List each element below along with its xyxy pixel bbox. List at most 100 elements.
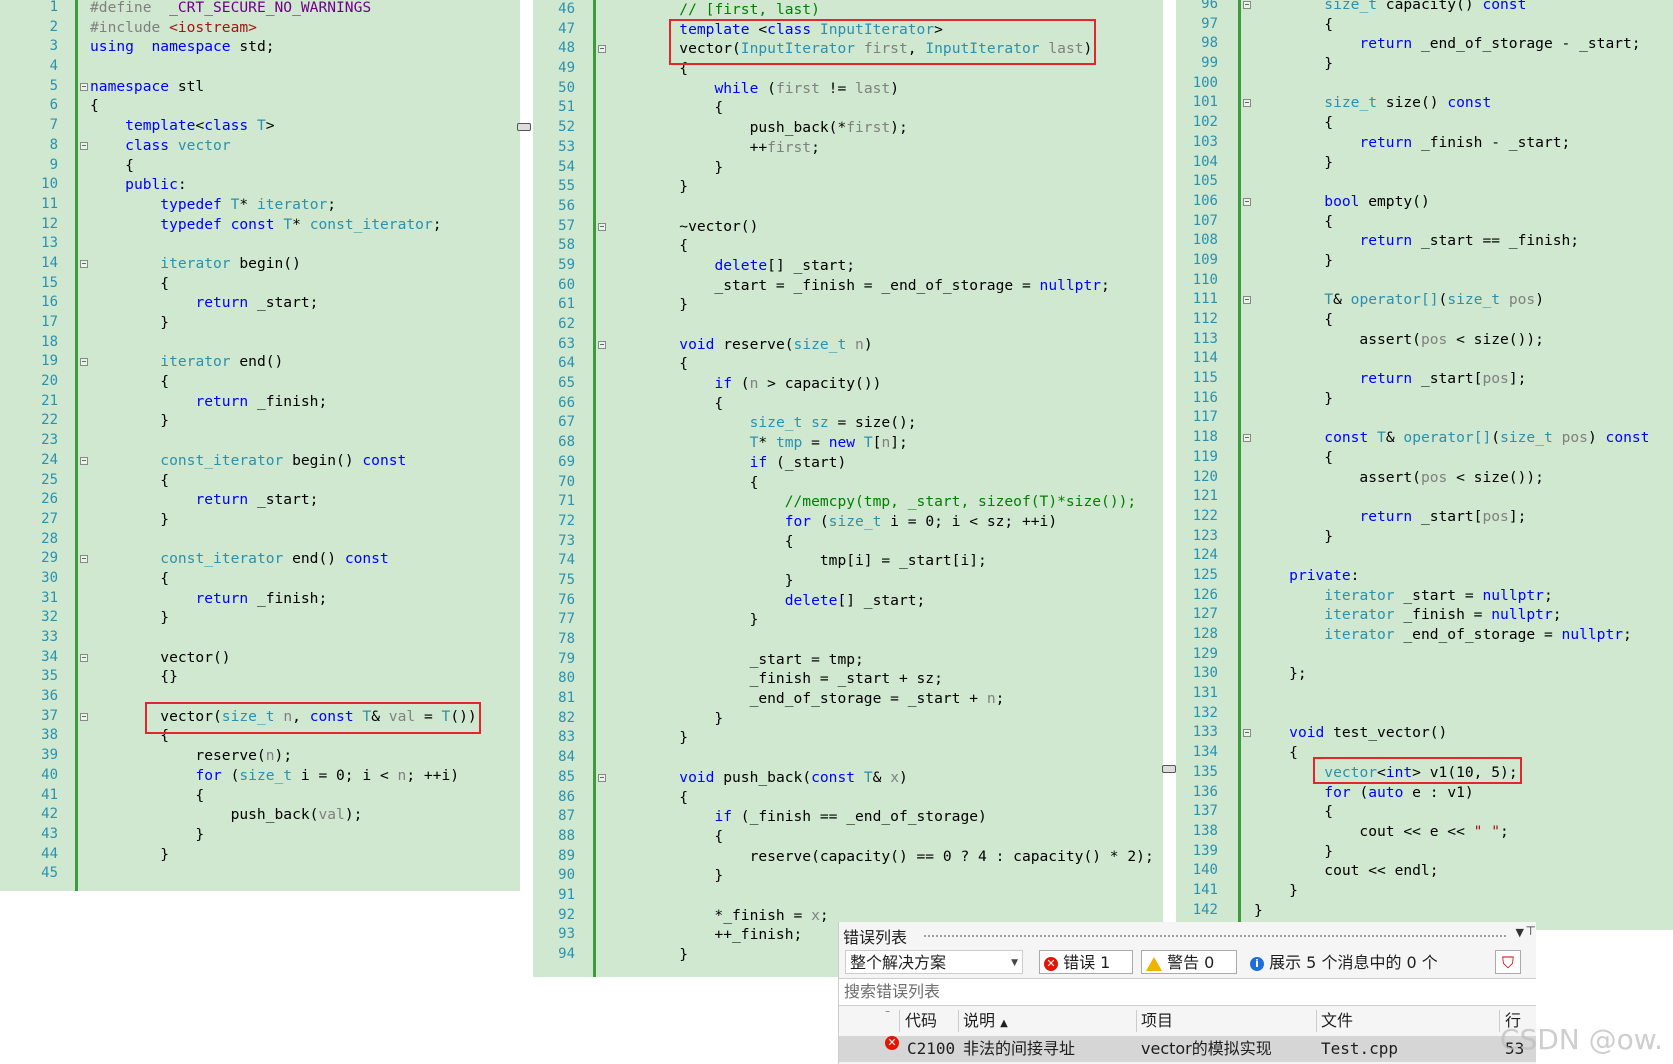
code-line: { [609,473,759,491]
line-number: 8 [49,136,58,153]
collapse-toggle-icon[interactable] [1242,192,1252,212]
collapse-toggle-icon[interactable] [79,648,89,668]
error-row[interactable]: ✕ C2100 非法的间接寻址 vector的模拟实现 Test.cpp 53 [839,1036,1536,1062]
code-line: } [1254,251,1334,269]
collapse-toggle-icon[interactable] [79,136,89,156]
collapse-toggle-icon[interactable] [1242,93,1252,113]
error-icon: ✕ [885,1036,899,1050]
line-number: 68 [558,434,575,451]
fold-slot [1242,546,1252,566]
line-number: 117 [1192,409,1218,426]
scroll-marker[interactable] [1162,765,1176,773]
line-number: 114 [1192,350,1218,367]
code-line: { [1254,114,1334,132]
collapse-toggle-icon[interactable] [597,39,607,59]
fold-slot [1242,408,1252,428]
errors-filter-button[interactable]: ✕ 错误 1 [1039,950,1133,974]
line-number: 110 [1192,271,1218,288]
code-line: iterator begin() [160,254,301,272]
messages-filter-button[interactable]: i 展示 5 个消息中的 0 个 [1245,950,1465,974]
line-number: 80 [558,670,575,687]
line-number: 118 [1192,429,1218,446]
fold-slot [79,18,89,38]
collapse-toggle-icon[interactable] [1242,428,1252,448]
code-line: { [609,788,689,806]
line-number: 111 [1192,291,1218,308]
column-code[interactable]: 代码 [905,1006,937,1036]
line-number: 70 [558,473,575,490]
column-project[interactable]: 项目 [1141,1006,1173,1036]
collapse-toggle-icon[interactable] [79,707,89,727]
line-number: 33 [41,629,58,645]
line-number: 108 [1192,232,1218,249]
code-line: } [609,158,724,176]
line-number: 19 [41,353,58,370]
collapse-toggle-icon[interactable] [597,335,607,355]
fold-slot [597,492,607,512]
collapse-toggle-icon[interactable] [1242,723,1252,743]
collapse-toggle-icon[interactable] [79,254,89,274]
line-number: 86 [558,788,575,805]
line-number: 54 [558,158,575,175]
scope-select[interactable]: 整个解决方案 ▼ [845,950,1023,974]
code-line: while (first != last) [714,79,899,97]
errors-label: 错误 1 [1063,953,1111,972]
filter-icon: ⛉ [1501,953,1514,972]
code-line: { [90,373,170,391]
line-number: 66 [558,394,575,411]
line-number: 14 [41,254,58,271]
code-line: { [609,355,689,373]
collapse-toggle-icon[interactable] [79,549,89,569]
warnings-filter-button[interactable]: 警告 0 [1141,950,1237,974]
line-number: 140 [1192,862,1218,879]
fold-slot [79,215,89,235]
code-line: iterator _finish = nullptr; [1324,606,1562,624]
fold-slot [1242,684,1252,704]
fold-slot [79,333,89,353]
line-number: 134 [1192,744,1218,761]
change-bar [1238,0,1241,930]
code-line: bool empty() [1324,192,1430,210]
code-line: {} [90,668,178,686]
code-line: } [90,412,170,430]
pin-icon[interactable]: ⊤ [1526,924,1536,938]
collapse-toggle-icon[interactable] [597,217,607,237]
code-line: for (auto e : v1) [1324,783,1474,801]
fold-slot [597,118,607,138]
code-line: cout << e << " "; [1254,822,1509,840]
dropdown-arrow-icon[interactable]: ▼ [1516,926,1524,939]
fold-slot [1242,605,1252,625]
collapse-toggle-icon[interactable] [597,768,607,788]
sort-ascending-icon: ▲ [1000,1018,1008,1029]
line-number: 26 [41,491,58,508]
line-number: 96 [1201,0,1218,12]
code-line: return _finish; [195,392,328,410]
collapse-toggle-icon[interactable] [79,352,89,372]
fold-slot [1242,625,1252,645]
code-line: } [609,709,724,727]
line-number: 41 [41,786,58,803]
fold-slot [1242,783,1252,803]
filter-toggle-button[interactable]: ⛉ [1495,950,1521,974]
column-file[interactable]: 文件 [1321,1006,1353,1036]
collapse-toggle-icon[interactable] [79,77,89,97]
code-line: { [90,786,205,804]
column-description[interactable]: 说明 ▲ [963,1006,1008,1039]
code-line: cout << endl; [1254,862,1439,880]
collapse-toggle-icon[interactable] [79,451,89,471]
line-number: 36 [41,688,58,705]
info-icon: i [1250,956,1264,971]
code-line: #define _CRT_SECURE_NO_WARNINGS [90,0,372,16]
collapse-toggle-icon[interactable] [1242,290,1252,310]
search-error-list-input[interactable]: 搜索错误列表 [839,978,1536,1006]
line-number: 10 [41,176,58,193]
line-number: 94 [558,946,575,962]
scroll-marker[interactable] [517,123,531,131]
fold-slot [1242,271,1252,291]
line-number: 98 [1201,35,1218,52]
collapse-toggle-icon[interactable] [1242,0,1252,15]
